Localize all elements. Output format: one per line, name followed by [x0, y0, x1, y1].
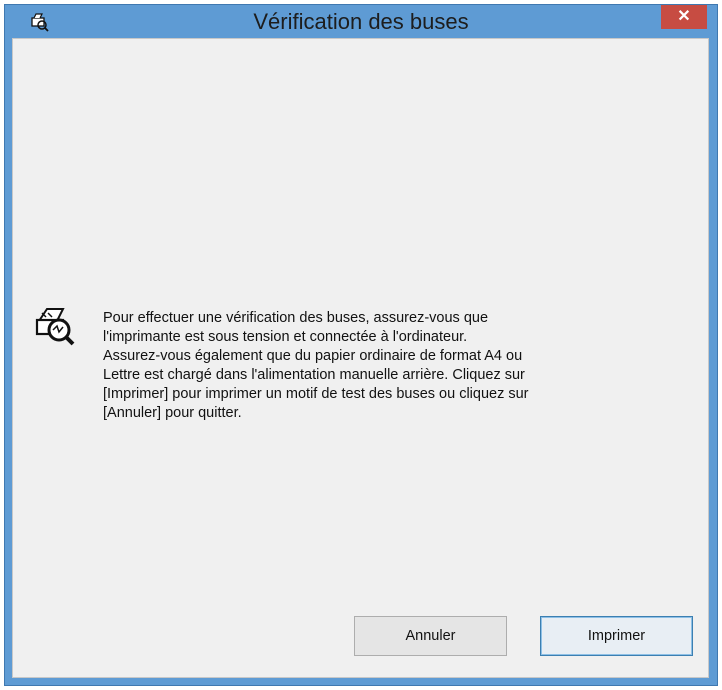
dialog-window: Vérification des buses ✕ Pour effectuer … — [4, 4, 718, 686]
message-line: Pour effectuer une vérification des buse… — [103, 310, 489, 326]
cancel-button[interactable]: Annuler — [354, 616, 507, 656]
instruction-message: Pour effectuer une vérification des buse… — [103, 309, 663, 423]
message-line: l'imprimante est sous tension et connect… — [103, 329, 468, 345]
title-bar[interactable]: Vérification des buses ✕ — [5, 5, 717, 37]
print-button[interactable]: Imprimer — [540, 616, 693, 656]
dialog-content: Pour effectuer une vérification des buse… — [12, 38, 709, 678]
message-line: Assurez-vous également que du papier ord… — [103, 348, 523, 364]
nozzle-check-magnifier-icon — [35, 308, 75, 346]
message-line: [Imprimer] pour imprimer un motif de tes… — [103, 386, 529, 402]
close-button[interactable]: ✕ — [661, 5, 707, 29]
message-line: Lettre est chargé dans l'alimentation ma… — [103, 367, 525, 383]
window-title: Vérification des buses — [253, 9, 469, 34]
message-line: [Annuler] pour quitter. — [103, 405, 242, 421]
